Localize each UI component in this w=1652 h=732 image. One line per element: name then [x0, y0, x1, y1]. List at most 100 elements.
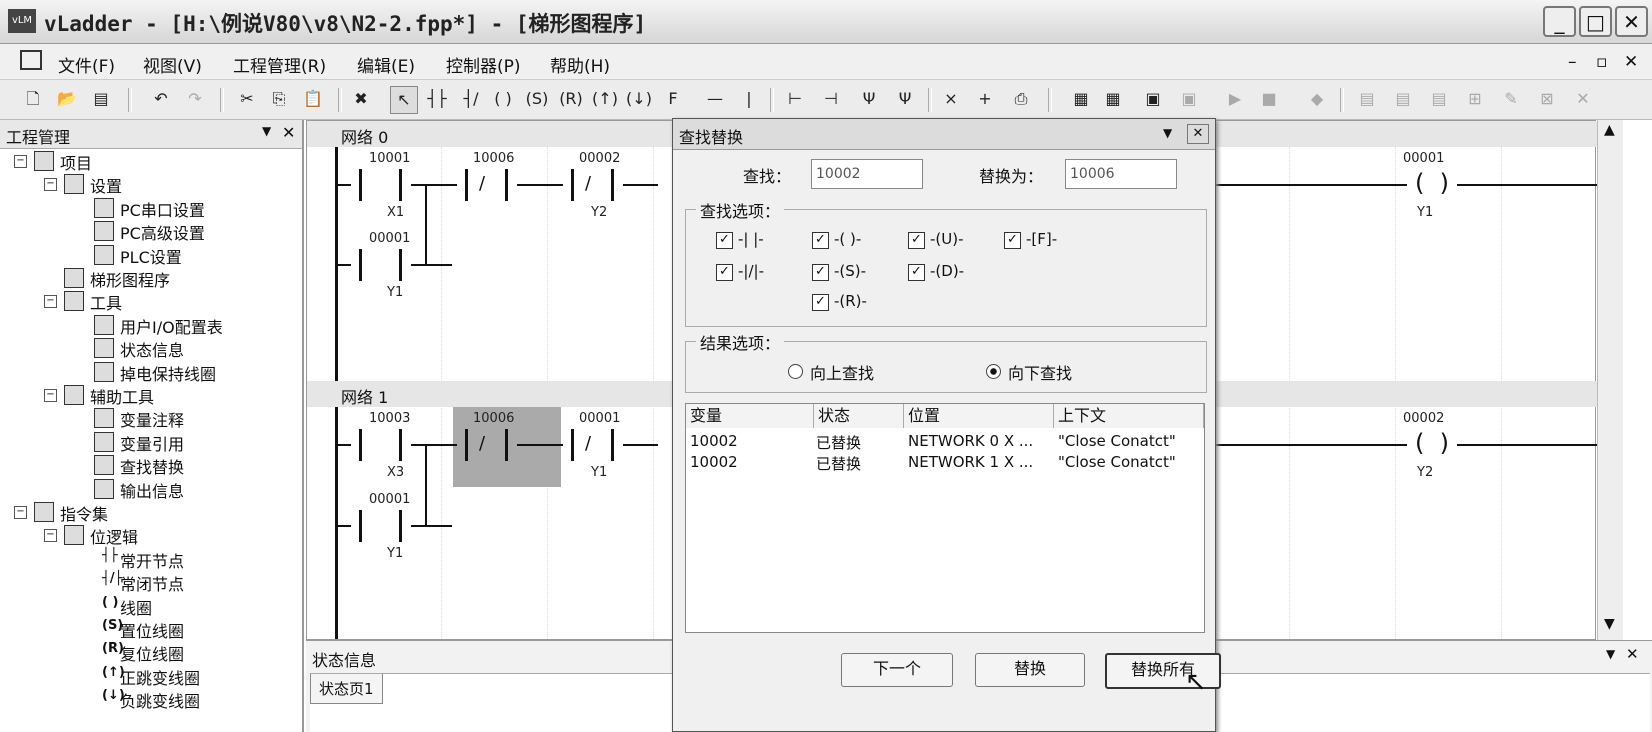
replace-input[interactable]: 10006 — [1065, 159, 1177, 189]
set-coil-icon[interactable]: (S) — [524, 86, 550, 112]
status-dropdown-icon[interactable]: ▼ — [1606, 647, 1615, 661]
window-tile-icon[interactable]: ▤ — [1354, 86, 1380, 112]
option-no-contact-checkbox[interactable]: ✓ — [716, 232, 733, 249]
option-down-coil-checkbox[interactable]: ✓ — [908, 264, 925, 281]
replace-button[interactable]: 替换 — [975, 653, 1085, 687]
option-coil-checkbox[interactable]: ✓ — [812, 232, 829, 249]
function-block-icon[interactable]: F — [660, 86, 686, 112]
find-input[interactable]: 10002 — [811, 159, 923, 189]
window-cascade-icon[interactable]: ▤ — [1390, 86, 1416, 112]
delete-icon[interactable]: ✖ — [348, 86, 374, 112]
contact-y2[interactable]: / — [563, 169, 623, 201]
menu-project[interactable]: 工程管理(R) — [233, 52, 326, 77]
mdi-restore-button[interactable]: ▫ — [1596, 52, 1608, 72]
tree-collapse-icon[interactable]: − — [44, 529, 57, 543]
reset-coil-icon[interactable]: (R) — [558, 86, 584, 112]
monitor-icon[interactable]: ▣ — [1140, 86, 1166, 112]
scroll-up-icon[interactable]: ▲ — [1604, 122, 1615, 138]
mdi-minimize-button[interactable]: – — [1568, 52, 1577, 72]
stop-icon[interactable]: ■ — [1256, 86, 1282, 112]
coil-y2[interactable]: ( ) — [1397, 429, 1457, 461]
coil-y1[interactable]: ( ) — [1397, 169, 1457, 201]
contact-10006-selected[interactable]: / — [457, 429, 517, 461]
vertical-scrollbar[interactable]: ▲ ▼ — [1597, 120, 1623, 640]
compile-icon[interactable]: ▦ — [1068, 86, 1094, 112]
contact-y1[interactable] — [351, 510, 411, 542]
contact-y1[interactable] — [351, 249, 411, 281]
close-window-icon[interactable]: ⊠ — [1534, 86, 1560, 112]
search-down-radio[interactable] — [986, 364, 1001, 379]
table-row[interactable]: 10002 已替换 NETWORK 0 X ... "Close Conatct… — [686, 432, 1204, 452]
redo-icon[interactable]: ↷ — [182, 86, 208, 112]
close-button[interactable]: ✕ — [1615, 6, 1648, 37]
dialog-dropdown-icon[interactable]: ▼ — [1163, 126, 1172, 140]
option-up-coil-checkbox[interactable]: ✓ — [908, 232, 925, 249]
scroll-down-icon[interactable]: ▼ — [1604, 616, 1615, 632]
col-location[interactable]: 位置 — [904, 404, 1054, 428]
minimize-button[interactable]: _ — [1543, 6, 1576, 37]
delete-branch-icon[interactable]: ⊣ — [818, 86, 844, 112]
vertical-line-icon[interactable]: | — [736, 86, 762, 112]
insert-network-icon[interactable]: + — [972, 86, 998, 112]
diamond-icon[interactable]: ◆ — [1304, 86, 1330, 112]
status-tab-1[interactable]: 状态页1 — [310, 674, 383, 704]
run-icon[interactable]: ▶ — [1222, 86, 1248, 112]
delete-network-icon[interactable]: × — [938, 86, 964, 112]
print-icon[interactable]: ⎙ — [1008, 86, 1034, 112]
download-icon[interactable]: ▦ — [1100, 86, 1126, 112]
contact-y1[interactable]: / — [563, 429, 623, 461]
menu-edit[interactable]: 编辑(E) — [357, 52, 415, 77]
tree-collapse-icon[interactable]: − — [14, 155, 27, 168]
contact-10006[interactable]: / — [457, 169, 517, 201]
menu-file[interactable]: 文件(F) — [58, 52, 115, 77]
insert-parallel-icon[interactable]: Ψ — [856, 86, 882, 112]
status-close-icon[interactable]: ✕ — [1626, 645, 1639, 663]
panel-close-icon[interactable]: ✕ — [282, 123, 295, 142]
option-function-checkbox[interactable]: ✓ — [1004, 232, 1021, 249]
save-all-icon[interactable]: ▤ — [88, 86, 114, 112]
delete-parallel-icon[interactable]: Ψ — [892, 86, 918, 112]
horizontal-line-icon[interactable]: — — [702, 86, 728, 112]
undo-icon[interactable]: ↶ — [148, 86, 174, 112]
menu-controller[interactable]: 控制器(P) — [446, 52, 521, 77]
negative-edge-coil-icon[interactable]: (↓) — [626, 86, 652, 112]
paste-icon[interactable]: 📋 — [300, 86, 326, 112]
grid-icon[interactable]: ⊞ — [1462, 86, 1488, 112]
tree-collapse-icon[interactable]: − — [44, 295, 57, 309]
open-folder-icon[interactable]: 📂 — [54, 86, 80, 112]
contact-x1[interactable] — [351, 169, 411, 201]
select-pointer-icon[interactable]: ↖ — [390, 86, 418, 114]
window-arrange-icon[interactable]: ▤ — [1426, 86, 1452, 112]
tree-collapse-icon[interactable]: − — [44, 389, 57, 402]
monitor-stop-icon[interactable]: ▣ — [1176, 86, 1202, 112]
col-status[interactable]: 状态 — [814, 404, 904, 428]
search-up-radio[interactable] — [788, 364, 803, 379]
col-variable[interactable]: 变量 — [686, 404, 814, 428]
panel-dropdown-icon[interactable]: ▼ — [262, 124, 271, 138]
menu-view[interactable]: 视图(V) — [143, 52, 202, 77]
option-nc-contact-checkbox[interactable]: ✓ — [716, 264, 733, 281]
tree-collapse-icon[interactable]: − — [14, 506, 27, 519]
mdi-close-button[interactable]: ✕ — [1624, 52, 1638, 72]
maximize-button[interactable]: □ — [1579, 6, 1612, 37]
menu-help[interactable]: 帮助(H) — [550, 52, 610, 77]
col-context[interactable]: 上下文 — [1054, 404, 1204, 428]
tree-collapse-icon[interactable]: − — [44, 178, 57, 192]
insert-branch-icon[interactable]: ⊢ — [782, 86, 808, 112]
dialog-close-icon[interactable]: ✕ — [1187, 124, 1209, 144]
coil-icon[interactable]: ( ) — [490, 86, 516, 112]
option-set-coil-checkbox[interactable]: ✓ — [812, 264, 829, 281]
contact-x3[interactable] — [351, 429, 411, 461]
results-list[interactable]: 变量 状态 位置 上下文 10002 已替换 NETWORK 0 X ... "… — [685, 403, 1205, 633]
option-reset-coil-checkbox[interactable]: ✓ — [812, 294, 829, 311]
normally-open-contact-icon[interactable]: ┤├ — [424, 86, 450, 112]
positive-edge-coil-icon[interactable]: (↑) — [592, 86, 618, 112]
table-row[interactable]: 10002 已替换 NETWORK 1 X ... "Close Conatct… — [686, 453, 1204, 473]
normally-closed-contact-icon[interactable]: ┤/ — [458, 86, 484, 112]
find-next-button[interactable]: 下一个 — [841, 653, 953, 687]
edit-icon[interactable]: ✎ — [1498, 86, 1524, 112]
cut-icon[interactable]: ✂ — [234, 86, 260, 112]
new-file-icon[interactable]: 🗋 — [20, 86, 46, 112]
close-all-icon[interactable]: ✕ — [1570, 86, 1596, 112]
mdi-window-icon[interactable] — [20, 50, 42, 70]
